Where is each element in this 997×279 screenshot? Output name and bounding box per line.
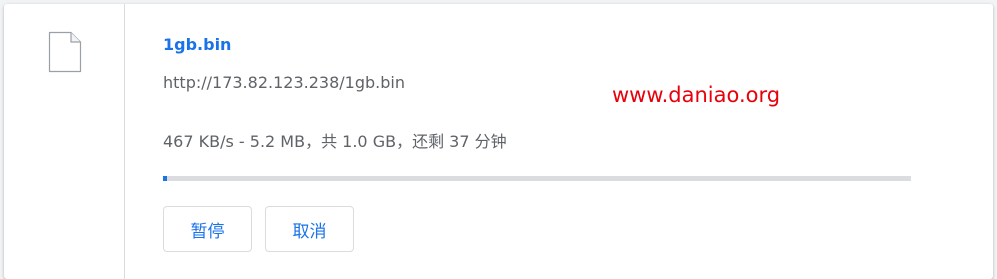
file-icon-column [4, 4, 125, 279]
pause-button[interactable]: 暂停 [163, 206, 252, 252]
download-item-card: 1gb.bin http://173.82.123.238/1gb.bin ww… [4, 4, 993, 279]
file-url[interactable]: http://173.82.123.238/1gb.bin [163, 73, 405, 92]
download-progress-fill [163, 176, 167, 181]
watermark-text: www.daniao.org [612, 83, 781, 107]
download-progress-bar [163, 176, 911, 181]
cancel-button[interactable]: 取消 [265, 206, 354, 252]
download-status-text: 467 KB/s - 5.2 MB，共 1.0 GB，还剩 37 分钟 [163, 132, 507, 151]
file-icon [48, 31, 82, 73]
file-name-link[interactable]: 1gb.bin [163, 35, 231, 54]
